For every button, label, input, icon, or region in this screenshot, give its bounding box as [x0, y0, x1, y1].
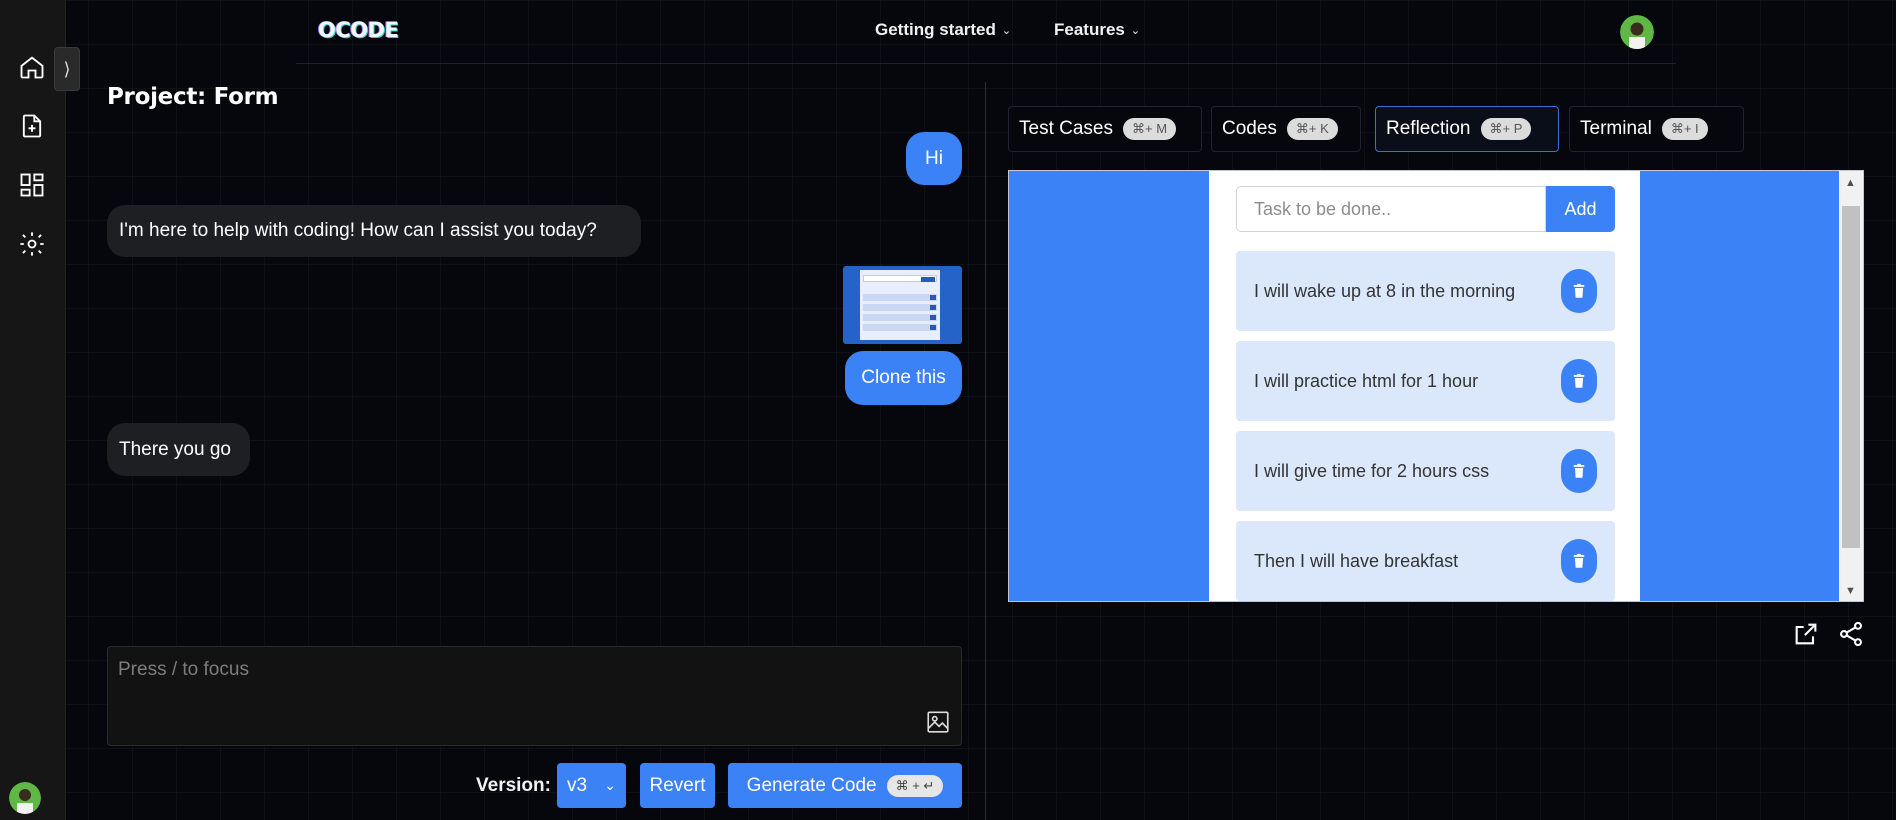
- preview-frame[interactable]: Task to be done.. Add I will wake up at …: [1008, 170, 1864, 602]
- menu-features[interactable]: Features ⌄: [1054, 20, 1140, 40]
- thumbnail-preview: [860, 270, 940, 340]
- scrollbar-thumb[interactable]: [1842, 206, 1860, 548]
- generate-code-button[interactable]: Generate Code ⌘ + ↵: [728, 763, 962, 808]
- chevron-down-icon: ⌄: [1001, 24, 1012, 37]
- chevron-down-icon: ⌄: [1130, 24, 1141, 37]
- add-task-button[interactable]: Add: [1546, 186, 1615, 232]
- chat-message-user: Clone this: [845, 351, 962, 405]
- settings-icon[interactable]: [17, 229, 47, 259]
- page-title: Project: Form: [107, 84, 279, 110]
- shortcut-badge: ⌘+ I: [1661, 118, 1708, 140]
- tab-label: Codes: [1222, 118, 1277, 139]
- menu-features-label: Features: [1054, 20, 1125, 39]
- scroll-down-icon[interactable]: ▼: [1845, 585, 1856, 597]
- menu-getting-started-label: Getting started: [875, 20, 996, 39]
- tab-label: Reflection: [1386, 118, 1471, 139]
- new-file-icon[interactable]: [17, 111, 47, 141]
- user-avatar[interactable]: [9, 782, 41, 814]
- attached-image-thumbnail[interactable]: [843, 266, 962, 344]
- shortcut-badge: ⌘ + ↵: [886, 774, 944, 797]
- shortcut-badge: ⌘+ M: [1122, 118, 1177, 140]
- top-header: OCODE Getting started ⌄ Features ⌄: [296, 0, 1676, 64]
- share-icon[interactable]: [1837, 620, 1865, 648]
- preview-scrollbar[interactable]: ▲ ▼: [1839, 171, 1863, 601]
- task-input-placeholder: Task to be done..: [1254, 198, 1392, 219]
- version-select[interactable]: v3 ⌄: [557, 763, 626, 808]
- tab-codes[interactable]: Codes ⌘+ K: [1211, 106, 1361, 152]
- todo-card: Task to be done.. Add I will wake up at …: [1209, 171, 1640, 601]
- list-item: I will practice html for 1 hour: [1236, 341, 1615, 421]
- home-icon[interactable]: [17, 52, 47, 82]
- task-text: I will practice html for 1 hour: [1254, 370, 1479, 391]
- prompt-input[interactable]: Press / to focus: [107, 646, 962, 746]
- tab-label: Test Cases: [1019, 118, 1113, 139]
- task-input[interactable]: Task to be done..: [1236, 186, 1546, 232]
- sidebar-toggle-label: ⟩: [63, 58, 71, 79]
- chat-message-assistant: There you go: [107, 423, 250, 476]
- profile-avatar[interactable]: [1620, 15, 1654, 49]
- menu-getting-started[interactable]: Getting started ⌄: [875, 20, 1011, 40]
- list-item: I will give time for 2 hours css: [1236, 431, 1615, 511]
- trash-icon[interactable]: [1561, 269, 1597, 313]
- sidebar-toggle-button[interactable]: ⟩: [54, 47, 80, 91]
- scroll-up-icon[interactable]: ▲: [1845, 177, 1856, 189]
- chevron-down-icon: ⌄: [604, 777, 616, 793]
- shortcut-badge: ⌘+ P: [1480, 118, 1532, 140]
- prompt-placeholder: Press / to focus: [118, 659, 249, 680]
- list-item: I will wake up at 8 in the morning: [1236, 251, 1615, 331]
- chat-message-assistant: I'm here to help with coding! How can I …: [107, 205, 641, 257]
- task-text: I will wake up at 8 in the morning: [1254, 280, 1516, 301]
- trash-icon[interactable]: [1561, 539, 1597, 583]
- left-rail: [0, 0, 66, 820]
- image-upload-icon[interactable]: [925, 709, 951, 735]
- revert-button[interactable]: Revert: [640, 763, 715, 808]
- task-text: I will give time for 2 hours css: [1254, 460, 1490, 481]
- tab-label: Terminal: [1580, 118, 1652, 139]
- list-item: Then I will have breakfast: [1236, 521, 1615, 601]
- tab-test-cases[interactable]: Test Cases ⌘+ M: [1008, 106, 1202, 152]
- app-logo[interactable]: OCODE: [318, 18, 399, 42]
- tab-terminal[interactable]: Terminal ⌘+ I: [1569, 106, 1744, 152]
- dashboard-icon[interactable]: [17, 170, 47, 200]
- version-label: Version:: [476, 775, 551, 796]
- trash-icon[interactable]: [1561, 449, 1597, 493]
- shortcut-badge: ⌘+ K: [1286, 118, 1338, 140]
- tab-reflection[interactable]: Reflection ⌘+ P: [1375, 106, 1559, 152]
- trash-icon[interactable]: [1561, 359, 1597, 403]
- open-external-icon[interactable]: [1792, 620, 1820, 648]
- chat-message-user: Hi: [906, 132, 962, 185]
- panel-divider[interactable]: [985, 82, 986, 820]
- generate-code-label: Generate Code: [746, 774, 877, 796]
- version-value: v3: [567, 774, 588, 796]
- task-text: Then I will have breakfast: [1254, 550, 1459, 571]
